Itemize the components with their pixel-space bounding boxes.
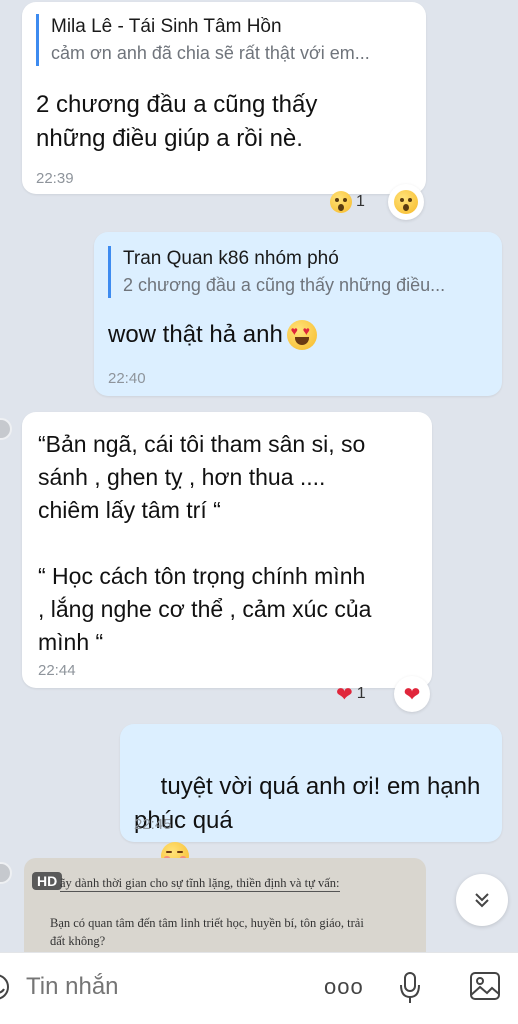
composer-bar: ooo xyxy=(0,952,518,1024)
microphone-icon xyxy=(400,972,420,1003)
message-time: 22:39 xyxy=(36,170,74,187)
message-input[interactable] xyxy=(26,969,296,1005)
hd-badge: HD xyxy=(32,872,63,890)
message-time: 22:45 xyxy=(134,816,172,833)
reaction-count-text: 1 xyxy=(356,193,365,210)
heart-icon: ❤ xyxy=(336,683,353,706)
message-text: “Bản ngã, cái tôi tham sân si, so sánh ,… xyxy=(38,431,372,655)
image-gallery-icon xyxy=(470,972,500,1000)
emoji-button[interactable] xyxy=(0,971,14,1003)
wow-face-icon xyxy=(394,190,418,214)
quoted-text: cảm ơn anh đã chia sẽ rất thật với em... xyxy=(51,43,370,63)
image-text-line: đất không? xyxy=(50,934,106,948)
wow-face-icon xyxy=(330,191,352,213)
reaction-summary[interactable]: 1 xyxy=(330,188,365,216)
reaction-count-text: 1 xyxy=(356,685,366,702)
heart-eyes-emoji-icon: ♥ ♥ xyxy=(286,320,317,350)
image-text-line: ãy dành thời gian cho sự tĩnh lặng, thiề… xyxy=(60,876,340,892)
message-bubble[interactable]: Mila Lê - Tái Sinh Tâm Hồn cảm ơn anh đã… xyxy=(22,2,426,194)
scroll-to-bottom-button[interactable] xyxy=(456,874,508,926)
message-text: wow thật hả anh xyxy=(108,321,283,348)
message-time: 22:40 xyxy=(108,370,146,387)
image-message[interactable]: HD ãy dành thời gian cho sự tĩnh lặng, t… xyxy=(24,858,426,954)
quoted-message[interactable]: Mila Lê - Tái Sinh Tâm Hồn cảm ơn anh đã… xyxy=(36,14,408,66)
quoted-sender-name: Tran Quan k86 nhóm phó xyxy=(123,248,339,269)
sender-avatar[interactable] xyxy=(0,862,12,884)
quoted-sender-name: Mila Lê - Tái Sinh Tâm Hồn xyxy=(51,16,282,37)
smiley-icon xyxy=(0,974,9,1000)
message-text-content: tuyệt vời quá anh ơi! em hạnh phúc quá xyxy=(134,773,481,834)
message-text: 2 chương đầu a cũng thấy những điều giúp… xyxy=(36,91,318,152)
message-bubble[interactable]: Tran Quan k86 nhóm phó 2 chương đầu a cũ… xyxy=(94,232,502,396)
quoted-text: 2 chương đầu a cũng thấy những điều... xyxy=(123,275,446,295)
quoted-message[interactable]: Tran Quan k86 nhóm phó 2 chương đầu a cũ… xyxy=(108,246,488,298)
message-time: 22:44 xyxy=(38,662,76,679)
react-button[interactable]: ❤ xyxy=(394,676,430,712)
reaction-summary[interactable]: ❤ 1 xyxy=(336,680,366,708)
sender-avatar[interactable] xyxy=(0,418,12,440)
image-text-line: Bạn có quan tâm đến tâm linh triết học, … xyxy=(50,916,364,930)
voice-button[interactable] xyxy=(398,967,422,1007)
gallery-button[interactable] xyxy=(468,969,502,1003)
heart-icon: ❤ xyxy=(403,683,421,706)
message-bubble[interactable]: “Bản ngã, cái tôi tham sân si, so sánh ,… xyxy=(22,412,432,688)
react-button[interactable] xyxy=(388,184,424,220)
message-bubble[interactable]: tuyệt vời quá anh ơi! em hạnh phúc quá 2… xyxy=(120,724,502,870)
double-chevron-down-icon xyxy=(475,893,489,908)
more-options-button[interactable]: ooo xyxy=(324,975,364,999)
